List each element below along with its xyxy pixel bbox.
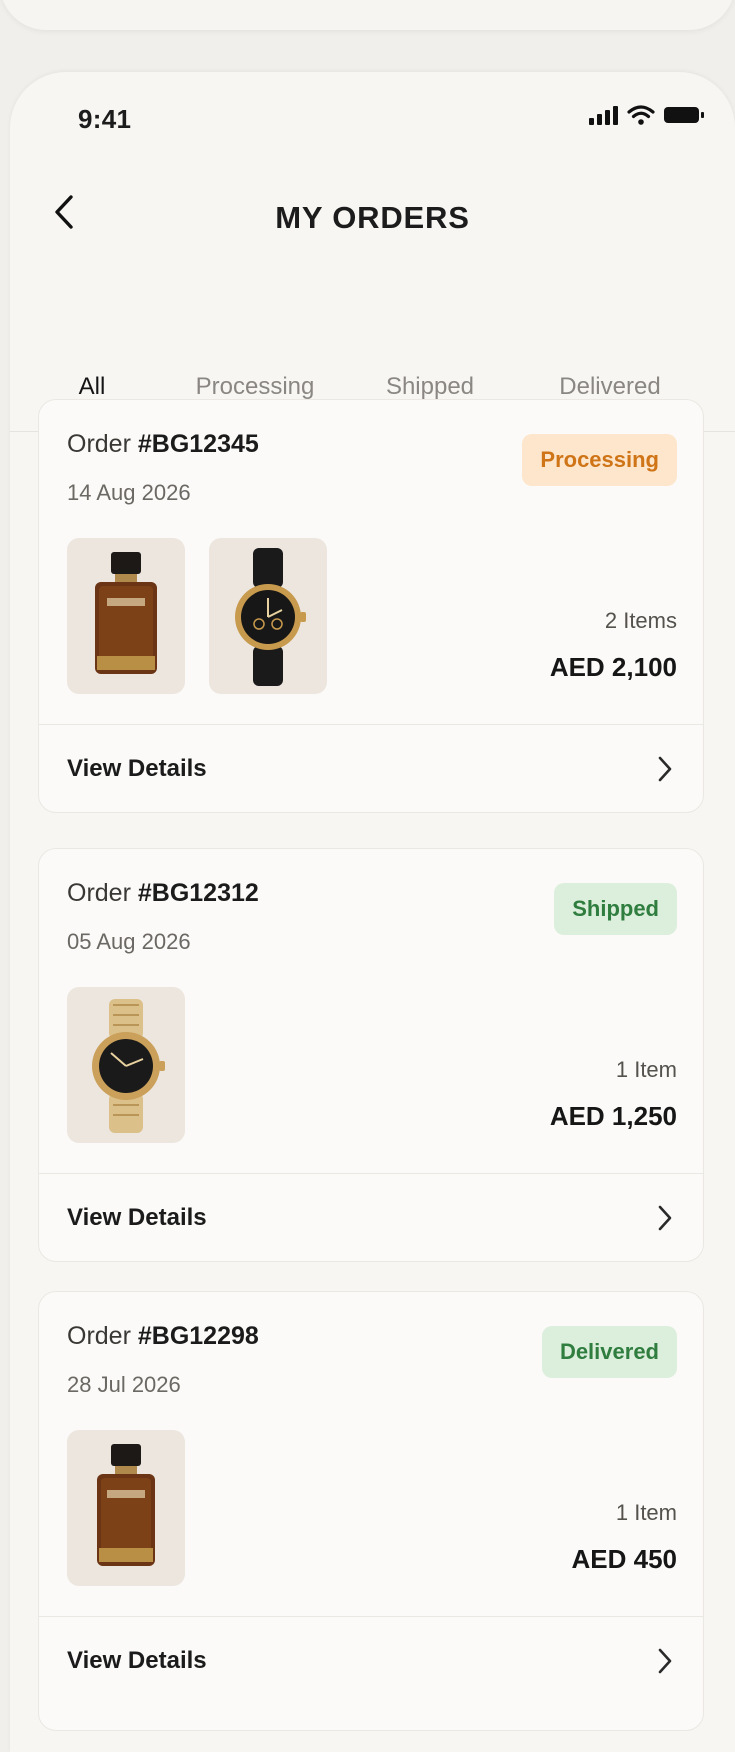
order-number: #BG12312 [137,879,259,907]
order-id: Order #BG12345 [67,430,259,459]
item-count: 2 Items [604,608,677,633]
signal-icon [589,105,619,130]
phone-screen: 9:41 MY ORDERS All Processing Shipped De… [10,72,735,1752]
previous-screen-edge [0,0,735,30]
status-time: 9:41 [78,104,132,134]
chevron-right-icon [658,1648,672,1674]
order-total: AED 2,100 [549,652,677,682]
status-icons [589,105,705,130]
order-date: 05 Aug 2026 [67,929,191,954]
view-details-label: View Details [67,755,207,782]
battery-icon [663,105,705,130]
perfume-bottle-icon [97,1444,155,1566]
view-details-button[interactable]: View Details [39,1617,703,1703]
status-badge: Shipped [554,883,677,935]
watch-icon [92,999,165,1133]
view-details-button[interactable]: View Details [39,1174,703,1260]
order-label: Order [67,879,138,907]
product-thumbnail[interactable] [67,1430,185,1586]
order-card: Order #BG12298 28 Jul 2026 Delivered 1 I… [38,1291,704,1731]
order-label: Order [67,1322,138,1350]
item-count: 1 Item [615,1057,677,1082]
product-thumbnail[interactable] [67,538,185,694]
view-details-label: View Details [67,1204,207,1231]
order-total: AED 1,250 [549,1101,677,1131]
page-title: MY ORDERS [275,200,470,235]
perfume-bottle-icon [95,552,157,674]
watch-icon [235,548,306,686]
status-badge: Processing [522,434,677,486]
item-count: 1 Item [615,1500,677,1525]
wifi-icon [627,105,655,130]
view-details-label: View Details [67,1647,207,1674]
chevron-right-icon [658,756,672,782]
order-number: #BG12345 [137,430,259,458]
order-card: Order #BG12345 14 Aug 2026 Processing 2 … [38,399,704,813]
order-number: #BG12298 [137,1322,259,1350]
order-id: Order #BG12312 [67,879,259,908]
order-date: 28 Jul 2026 [67,1372,181,1397]
product-thumbnail[interactable] [67,987,185,1143]
product-thumbnail[interactable] [209,538,327,694]
order-card: Order #BG12312 05 Aug 2026 Shipped 1 Ite… [38,848,704,1262]
status-badge: Delivered [541,1326,677,1378]
order-date: 14 Aug 2026 [67,480,191,505]
view-details-button[interactable]: View Details [39,725,703,811]
order-total: AED 450 [571,1544,678,1574]
chevron-right-icon [658,1205,672,1231]
order-id: Order #BG12298 [67,1322,259,1351]
order-label: Order [67,430,138,458]
